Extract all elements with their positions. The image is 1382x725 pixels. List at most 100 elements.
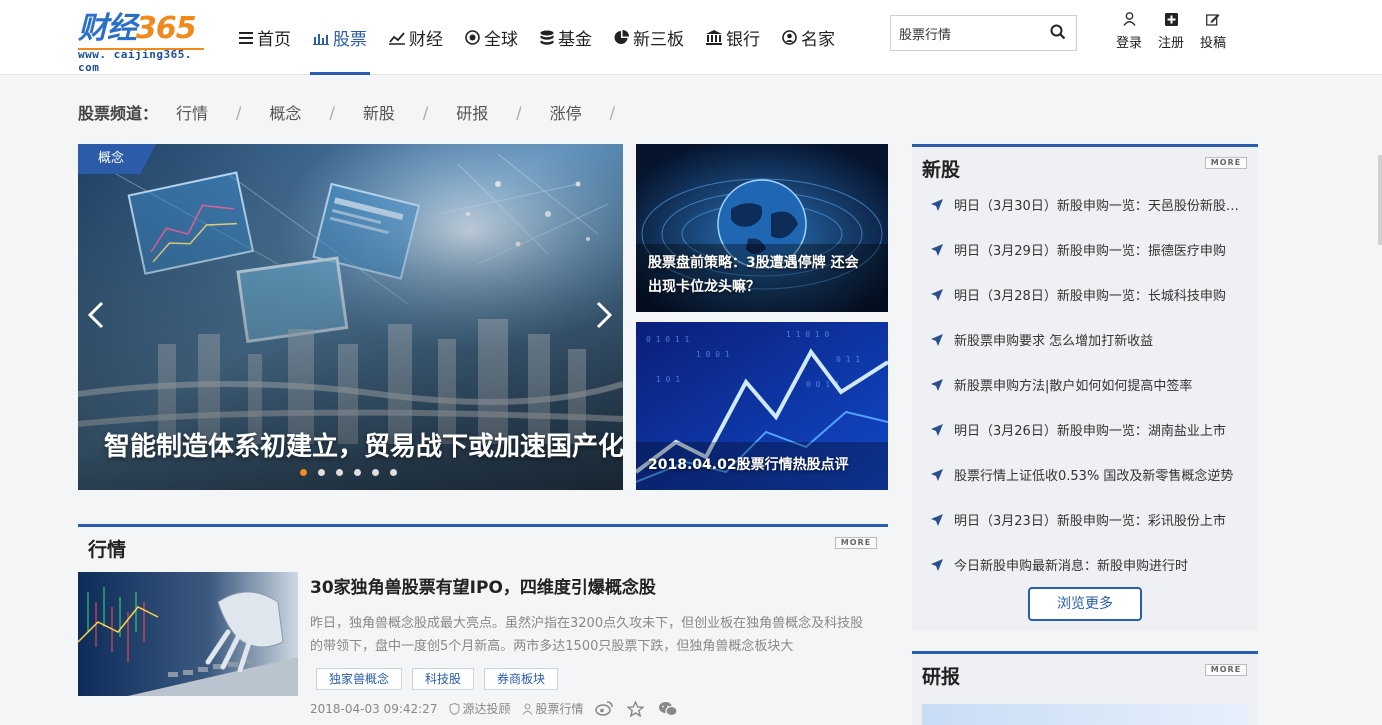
list-item[interactable]: 明日（3月23日）新股申购一览：彩讯股份上市 [930, 497, 1250, 542]
nav-item-label: 首页 [257, 30, 291, 50]
more-button[interactable]: MORE [1205, 664, 1247, 676]
paper-plane-icon [931, 423, 943, 436]
list-item-text: 股票行情上证低收0.53% 国改及新零售概念逆势 [954, 469, 1234, 484]
carousel-dot[interactable] [372, 469, 379, 476]
list-item[interactable]: 今日新股申购最新消息：新股申购进行时 [930, 542, 1250, 587]
nav-item-home[interactable]: 首页 [228, 0, 302, 75]
channel-separator: / [422, 102, 429, 122]
list-item[interactable]: 股票行情上证低收0.53% 国改及新零售概念逆势 [930, 452, 1250, 497]
star-icon[interactable] [627, 700, 646, 717]
nav-item-label: 基金 [558, 30, 592, 50]
nav-item-experts[interactable]: 名家 [771, 0, 846, 75]
list-item[interactable]: 新股票申购要求 怎么增加打新收益 [930, 317, 1250, 362]
section-header-research: 研报 MORE [912, 651, 1258, 693]
nav-item-label: 股票 [333, 30, 367, 50]
channel-separator: / [516, 102, 522, 122]
channel-bar: 股票频道： 行情 / 概念 / 新股 / 研报 / 涨停 / [78, 100, 643, 124]
svg-text:1 0 1: 1 0 1 [656, 375, 680, 384]
register-link[interactable]: 注册 [1150, 12, 1192, 51]
nav-item-neeq[interactable]: 新三板 [603, 0, 695, 75]
globe-icon [465, 30, 480, 45]
user-icon [1108, 12, 1150, 32]
more-button[interactable]: MORE [835, 537, 877, 549]
svg-text:0 1 0 1 1: 0 1 0 1 1 [646, 335, 690, 344]
channel-item-research[interactable]: 研报 [456, 100, 488, 124]
login-label: 登录 [1115, 36, 1142, 51]
list-item[interactable]: 明日（3月29日）新股申购一览：振德医疗申购 [930, 227, 1250, 272]
chevron-left-icon[interactable] [86, 300, 106, 330]
nav-item-banks[interactable]: 银行 [695, 0, 771, 75]
paper-plane-icon [931, 243, 943, 256]
bar-chart-icon [313, 31, 329, 45]
logo-text-main: 财经 [78, 11, 137, 46]
carousel-dot[interactable] [336, 469, 343, 476]
carousel-dot[interactable] [318, 469, 325, 476]
browse-more-button[interactable]: 浏览更多 [1028, 587, 1142, 621]
user-links: 登录 注册 投稿 [1108, 12, 1234, 51]
side-card-title: 股票盘前策略：3股遭遇停牌 还会 出现卡位龙头嘛？ [648, 251, 859, 299]
submit-link[interactable]: 投稿 [1192, 12, 1234, 51]
nav-item-label: 全球 [484, 30, 518, 50]
article-channel-text: 股票行情 [535, 702, 584, 716]
nav-item-global[interactable]: 全球 [454, 0, 529, 75]
paper-plane-icon [931, 288, 943, 301]
main-nav: 首页 股票 财经 全球 基金 新三板 银行 名家 [228, 0, 846, 75]
article-tag[interactable]: 科技股 [412, 668, 475, 690]
nav-item-funds[interactable]: 基金 [529, 0, 603, 75]
article-title[interactable]: 30家独角兽股票有望IPO，四维度引爆概念股 [310, 573, 656, 598]
nav-item-label: 新三板 [633, 30, 684, 50]
channel-separator: / [236, 102, 242, 122]
list-item[interactable]: 明日（3月26日）新股申购一览：湖南盐业上市 [930, 407, 1250, 452]
site-logo[interactable]: 财经365 www. caijing365. com [78, 11, 208, 74]
side-card-review[interactable]: 0 1 0 1 11 0 0 1 1 1 0 1 00 1 1 1 0 10 0… [636, 322, 888, 490]
hero-carousel[interactable]: 概念 智能制造体系初建立，贸易战下或加速国产化 [78, 144, 623, 490]
carousel-dot[interactable] [300, 469, 307, 476]
paper-plane-icon [931, 513, 943, 526]
hero-title[interactable]: 智能制造体系初建立，贸易战下或加速国产化 [104, 426, 623, 463]
section-header-quotes: 行情 MORE [78, 524, 888, 566]
article-meta: 2018-04-03 09:42:27 源达投顾 股票行情 [310, 700, 692, 717]
side-card-strategy[interactable]: 股票盘前策略：3股遭遇停牌 还会 出现卡位龙头嘛？ [636, 144, 888, 312]
register-label: 注册 [1157, 36, 1184, 51]
section-title: 新股 [922, 159, 961, 181]
plus-square-icon [1150, 12, 1192, 32]
page-scrollbar[interactable] [1378, 155, 1382, 245]
list-item-text: 明日（3月29日）新股申购一览：振德医疗申购 [954, 244, 1226, 259]
more-button[interactable]: MORE [1205, 157, 1247, 169]
channel-item-ipo[interactable]: 新股 [363, 100, 395, 124]
list-item[interactable]: 新股票申购方法|散户如何如何提高中签率 [930, 362, 1250, 407]
list-item[interactable]: 明日（3月30日）新股申购一览：天邑股份新股申购 [930, 182, 1250, 227]
ipo-news-list: 明日（3月30日）新股申购一览：天邑股份新股申购 明日（3月29日）新股申购一览… [930, 182, 1250, 587]
user-icon [523, 703, 533, 715]
login-link[interactable]: 登录 [1108, 12, 1150, 51]
channel-item-quotes[interactable]: 行情 [176, 100, 208, 124]
search-input[interactable] [891, 16, 1041, 50]
chevron-right-icon[interactable] [594, 300, 614, 330]
side-card-title-line: 出现卡位龙头嘛？ [648, 279, 760, 295]
list-item-text: 新股票申购要求 怎么增加打新收益 [954, 334, 1154, 349]
carousel-dot[interactable] [354, 469, 361, 476]
article-tag[interactable]: 独家兽概念 [316, 668, 403, 690]
database-icon [540, 30, 554, 46]
search-icon[interactable] [1050, 24, 1068, 42]
channel-item-concepts[interactable]: 概念 [269, 100, 301, 124]
section-header-ipo: 新股 MORE [912, 144, 1258, 186]
channel-separator: / [329, 102, 335, 122]
nav-item-stocks[interactable]: 股票 [302, 0, 378, 75]
research-thumbnail[interactable] [922, 704, 1248, 725]
pie-chart-icon [614, 30, 629, 45]
list-item[interactable]: 明日（3月28日）新股申购一览：长城科技申购 [930, 272, 1250, 317]
weibo-share-icon[interactable] [595, 701, 615, 716]
logo-underline [78, 48, 204, 50]
channel-item-limit-up[interactable]: 涨停 [550, 100, 582, 124]
carousel-dot[interactable] [390, 469, 397, 476]
side-card-title: 2018.04.02股票行情热股点评 [648, 457, 849, 473]
ipo-news-panel: 新股 MORE 明日（3月30日）新股申购一览：天邑股份新股申购 明日（3月29… [912, 144, 1258, 631]
article-tag[interactable]: 券商板块 [484, 668, 559, 690]
article-summary: 昨日，独角兽概念股成最大亮点。虽然沪指在3200点久攻未下，但创业板在独角兽概念… [310, 616, 864, 654]
wechat-share-icon[interactable] [658, 701, 680, 717]
submit-label: 投稿 [1199, 36, 1226, 51]
article-channel[interactable]: 股票行情 [522, 700, 583, 717]
article-thumbnail[interactable] [78, 572, 298, 696]
nav-item-finance[interactable]: 财经 [378, 0, 454, 75]
